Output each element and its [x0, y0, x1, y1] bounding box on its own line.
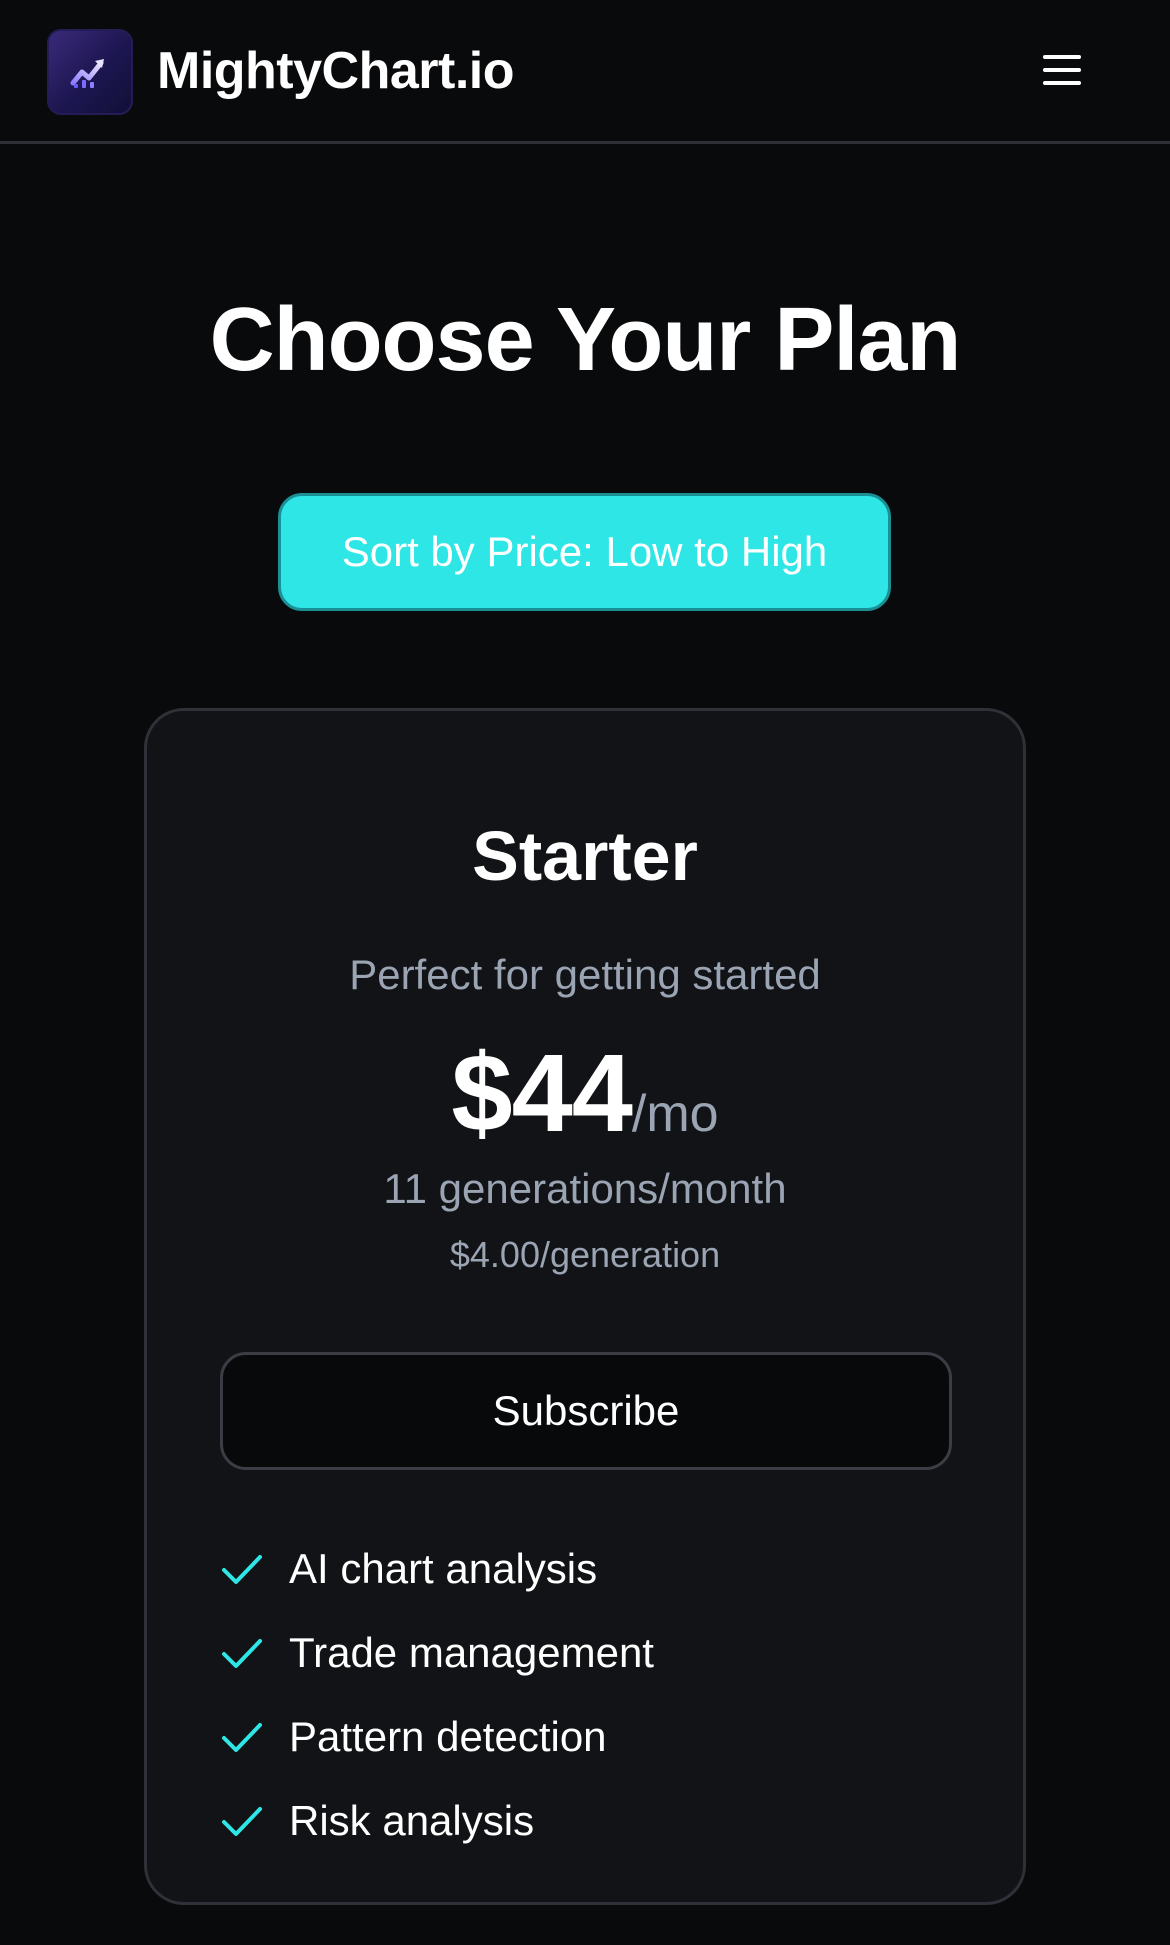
page-title: Choose Your Plan: [209, 290, 962, 390]
menu-bar: [1043, 81, 1081, 85]
logo[interactable]: [47, 29, 133, 115]
plan-unit-price: $4.00/generation: [449, 1234, 721, 1275]
hamburger-menu-icon[interactable]: [1036, 44, 1088, 96]
sort-by-price-button[interactable]: Sort by Price: Low to High: [278, 493, 891, 611]
plan-name: Starter: [472, 817, 698, 895]
feature-item: AI chart analysis: [220, 1527, 960, 1611]
plan-card-starter: Starter Perfect for getting started $44/…: [144, 708, 1026, 1905]
plan-price: $44: [451, 1032, 633, 1155]
brand-name[interactable]: MightyChart.io: [157, 38, 514, 104]
subscribe-button[interactable]: Subscribe: [220, 1352, 952, 1470]
rising-chart-icon: [70, 59, 104, 88]
check-icon: [222, 1639, 262, 1668]
feature-label: Risk analysis: [289, 1797, 535, 1844]
check-icon: [222, 1555, 262, 1584]
feature-item: Risk analysis: [220, 1779, 960, 1863]
feature-label: AI chart analysis: [289, 1545, 598, 1592]
check-icon: [222, 1723, 262, 1752]
feature-item: Trade management: [220, 1611, 960, 1695]
feature-label: Trade management: [289, 1629, 654, 1676]
plan-quota: 11 generations/month: [383, 1165, 787, 1212]
feature-label: Pattern detection: [289, 1713, 607, 1760]
menu-bar: [1043, 55, 1081, 59]
feature-item: Pattern detection: [220, 1695, 960, 1779]
menu-bar: [1043, 68, 1081, 72]
feature-list: AI chart analysis Trade management Patte…: [220, 1527, 960, 1863]
plan-period: /mo: [631, 1085, 719, 1143]
top-nav: MightyChart.io: [0, 0, 1170, 144]
check-icon: [222, 1807, 262, 1836]
plan-tagline: Perfect for getting started: [349, 951, 821, 998]
